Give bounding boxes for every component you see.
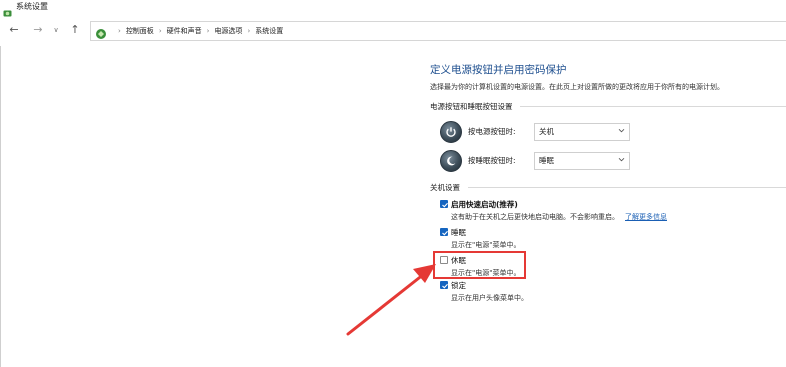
address-bar[interactable]: › 控制面板 › 硬件和声音 › 电源选项 › 系统设置 <box>90 21 786 41</box>
breadcrumb-item-power-options[interactable]: 电源选项 <box>214 26 242 36</box>
fast-startup-description: 这有助于在关机之后更快地启动电脑。不会影响重启。 了解更多信息 <box>451 213 667 221</box>
fast-startup-checkbox[interactable] <box>440 200 448 208</box>
shutdown-section-header: 关机设置 <box>430 183 460 192</box>
power-button-icon <box>440 121 462 143</box>
lock-checkbox[interactable] <box>440 281 448 289</box>
sleep-button-label: 按睡眠按钮时: <box>468 156 516 165</box>
control-panel-address-icon <box>95 25 107 39</box>
power-button-action-select[interactable]: 关机 <box>534 123 630 141</box>
section-divider <box>520 106 786 107</box>
breadcrumb-item-control-panel[interactable]: 控制面板 <box>126 26 154 36</box>
power-button-action-value: 关机 <box>539 127 554 136</box>
navigation-bar: ← → ∨ ↑ › 控制面板 › 硬件和声音 › 电源选项 › 系统设置 <box>0 19 786 45</box>
chevron-right-icon: › <box>247 27 251 35</box>
check-icon <box>442 202 448 208</box>
power-buttons-section-header: 电源按钮和睡眠按钮设置 <box>430 102 513 111</box>
sleep-button-action-select[interactable]: 睡眠 <box>534 152 630 170</box>
up-arrow-icon[interactable]: ↑ <box>68 23 82 37</box>
sleep-button-action-value: 睡眠 <box>539 156 554 165</box>
chevron-right-icon: › <box>206 27 210 35</box>
breadcrumb: › 控制面板 › 硬件和声音 › 电源选项 › 系统设置 <box>113 22 283 40</box>
sleep-description: 显示在"电源"菜单中。 <box>451 241 521 249</box>
chevron-down-icon <box>618 128 625 133</box>
forward-arrow-icon[interactable]: → <box>31 23 45 37</box>
recent-locations-chevron-icon[interactable]: ∨ <box>49 23 63 37</box>
sleep-button-icon <box>440 150 462 172</box>
power-button-label: 按电源按钮时: <box>468 127 516 136</box>
fast-startup-label: 启用快速启动(推荐) <box>451 200 518 209</box>
window-title: 系统设置 <box>16 2 48 11</box>
learn-more-link[interactable]: 了解更多信息 <box>625 213 667 221</box>
highlight-box-annotation <box>433 251 526 279</box>
left-pane-border <box>0 46 1 367</box>
back-arrow-icon[interactable]: ← <box>7 23 21 37</box>
breadcrumb-item-hardware-sound[interactable]: 硬件和声音 <box>167 26 202 36</box>
title-bar: 系统设置 <box>0 0 786 17</box>
page-description: 选择最为你的计算机设置的电源设置。在此页上对设置所做的更改将应用于你所有的电源计… <box>430 83 724 91</box>
chevron-down-icon <box>618 157 625 162</box>
red-arrow-annotation <box>346 264 436 336</box>
check-icon <box>442 283 448 289</box>
section-divider <box>468 187 786 188</box>
check-icon <box>442 230 448 236</box>
sleep-label: 睡眠 <box>451 228 466 237</box>
page-title: 定义电源按钮并启用密码保护 <box>430 64 567 76</box>
chevron-right-icon: › <box>118 27 121 35</box>
breadcrumb-item-system-settings[interactable]: 系统设置 <box>255 26 283 36</box>
chevron-right-icon: › <box>158 27 162 35</box>
control-panel-icon <box>3 3 12 17</box>
sleep-checkbox[interactable] <box>440 228 448 236</box>
lock-label: 锁定 <box>451 281 466 290</box>
lock-description: 显示在用户头像菜单中。 <box>451 294 528 302</box>
